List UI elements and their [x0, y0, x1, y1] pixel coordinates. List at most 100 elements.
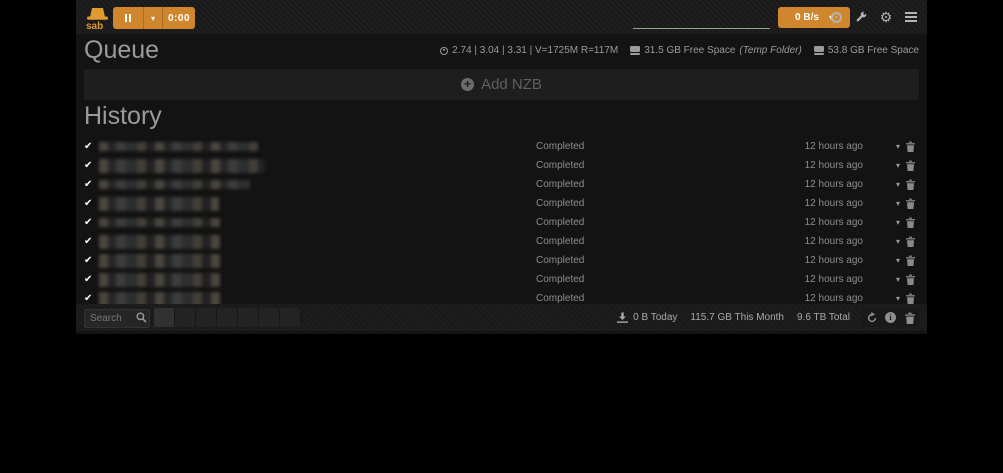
add-nzb-label: Add NZB [481, 76, 542, 93]
status-label: Completed [536, 179, 584, 190]
pause-icon [125, 14, 127, 22]
hdd-icon [630, 46, 640, 55]
history-search [84, 308, 150, 327]
row-dropdown-caret[interactable]: ▾ [896, 294, 900, 303]
status-label: Completed [536, 274, 584, 285]
page-button[interactable] [217, 308, 238, 327]
trash-icon[interactable] [906, 293, 915, 304]
age-label: 12 hours ago [805, 217, 863, 228]
pause-button[interactable] [113, 7, 143, 29]
check-icon: ✔ [84, 141, 99, 152]
row-dropdown-caret[interactable]: ▾ [896, 237, 900, 246]
redacted-job-name [99, 159, 265, 173]
pagination [154, 308, 301, 327]
row-dropdown-caret[interactable]: ▾ [896, 256, 900, 265]
history-footer: 0 B Today 115.7 GB This Month 9.6 TB Tot… [76, 304, 927, 331]
redacted-job-name [99, 218, 220, 227]
history-row[interactable]: ✔ Completed 12 hours ago ▾ [76, 213, 927, 232]
age-label: 12 hours ago [805, 160, 863, 171]
page-button[interactable] [154, 308, 175, 327]
history-row[interactable]: ✔ Completed 12 hours ago ▾ [76, 175, 927, 194]
history-list: ✔ Completed 12 hours ago ▾ ✔ Completed 1… [76, 135, 927, 327]
trash-icon[interactable] [906, 274, 915, 285]
page-button[interactable] [280, 308, 301, 327]
queue-section-header: Queue 2.74 | 3.04 | 3.31 | V=1725M R=117… [76, 34, 927, 69]
status-label: Completed [536, 217, 584, 228]
trash-icon[interactable] [906, 255, 915, 266]
history-row[interactable]: ✔ Completed 12 hours ago ▾ [76, 232, 927, 251]
status-label: Completed [536, 293, 584, 304]
navbar-icons: ⚙ [828, 6, 919, 28]
age-label: 12 hours ago [805, 141, 863, 152]
stat-total: 9.6 TB Total [797, 312, 850, 323]
stat-today: 0 B Today [617, 312, 677, 323]
age-label: 12 hours ago [805, 255, 863, 266]
status-label: Completed [536, 198, 584, 209]
redacted-job-name [99, 254, 220, 268]
row-dropdown-caret[interactable]: ▾ [896, 142, 900, 151]
trash-icon[interactable] [906, 141, 915, 152]
row-dropdown-caret[interactable]: ▾ [896, 199, 900, 208]
page-button[interactable] [259, 308, 280, 327]
temp-free-space: 31.5 GB Free Space (Temp Folder) [630, 45, 802, 56]
trash-icon[interactable] [906, 217, 915, 228]
trash-icon[interactable] [906, 160, 915, 171]
history-row[interactable]: ✔ Completed 12 hours ago ▾ [76, 156, 927, 175]
sab-logo[interactable]: sab [84, 5, 108, 30]
row-dropdown-caret[interactable]: ▾ [896, 275, 900, 284]
row-dropdown-caret[interactable]: ▾ [896, 180, 900, 189]
trash-icon[interactable] [906, 179, 915, 190]
trash-icon[interactable] [906, 198, 915, 209]
check-icon: ✔ [84, 217, 99, 228]
stat-month: 115.7 GB This Month [690, 312, 784, 323]
purge-trash-icon[interactable] [900, 308, 919, 327]
disk-free-space: 53.8 GB Free Space [814, 45, 919, 56]
age-label: 12 hours ago [805, 198, 863, 209]
add-nzb-icon[interactable] [828, 9, 844, 25]
sabnzbd-app: sab ▾ 0:00 0 B/s ▾ [76, 0, 927, 334]
check-icon: ✔ [84, 160, 99, 171]
gear-icon[interactable]: ⚙ [878, 9, 894, 25]
check-icon: ✔ [84, 179, 99, 190]
pause-dropdown-caret[interactable]: ▾ [143, 7, 162, 29]
page-button[interactable] [196, 308, 217, 327]
status-label: Completed [536, 255, 584, 266]
search-icon[interactable] [136, 312, 147, 323]
load-icon [440, 47, 448, 55]
wrench-icon[interactable] [853, 9, 869, 25]
speed-value: 0 B/s [795, 12, 819, 23]
check-icon: ✔ [84, 198, 99, 209]
check-icon: ✔ [84, 255, 99, 266]
row-dropdown-caret[interactable]: ▾ [896, 161, 900, 170]
speed-sparkline [633, 28, 770, 29]
trash-icon[interactable] [906, 236, 915, 247]
redacted-job-name [99, 142, 258, 151]
status-label: Completed [536, 160, 584, 171]
refresh-icon[interactable] [862, 308, 881, 327]
load-average: 2.74 | 3.04 | 3.31 | V=1725M R=117M [440, 45, 618, 56]
page-button[interactable] [238, 308, 259, 327]
top-navbar: sab ▾ 0:00 0 B/s ▾ [76, 0, 927, 34]
redacted-job-name [99, 180, 250, 189]
age-label: 12 hours ago [805, 236, 863, 247]
info-icon[interactable]: i [881, 308, 900, 327]
age-label: 12 hours ago [805, 179, 863, 190]
page-button[interactable] [175, 308, 196, 327]
row-dropdown-caret[interactable]: ▾ [896, 218, 900, 227]
status-label: Completed [536, 141, 584, 152]
footer-button-group: i [862, 308, 919, 327]
history-row[interactable]: ✔ Completed 12 hours ago ▾ [76, 251, 927, 270]
age-label: 12 hours ago [805, 293, 863, 304]
footer-stats: 0 B Today 115.7 GB This Month 9.6 TB Tot… [617, 312, 850, 323]
pause-timer: 0:00 [162, 7, 195, 29]
add-nzb-button[interactable]: + Add NZB [84, 69, 919, 100]
check-icon: ✔ [84, 236, 99, 247]
history-row[interactable]: ✔ Completed 12 hours ago ▾ [76, 270, 927, 289]
history-row[interactable]: ✔ Completed 12 hours ago ▾ [76, 194, 927, 213]
pause-control-group: ▾ 0:00 [113, 7, 195, 29]
hamburger-menu-icon[interactable] [903, 9, 919, 25]
history-row[interactable]: ✔ Completed 12 hours ago ▾ [76, 137, 927, 156]
redacted-job-name [99, 273, 220, 287]
redacted-job-name [99, 235, 220, 249]
check-icon: ✔ [84, 293, 99, 304]
